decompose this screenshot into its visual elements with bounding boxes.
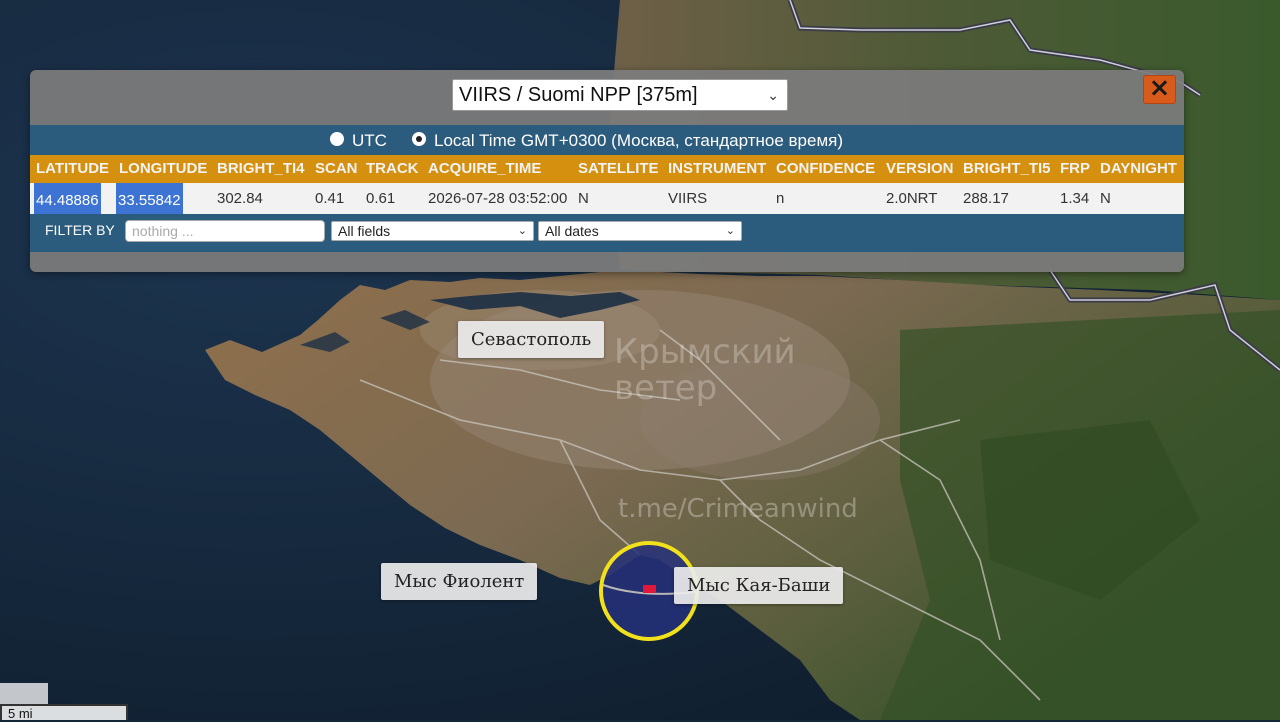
column-header: SATELLITE [578,160,659,177]
table-cell: 2026-07-28 03:52:00 [428,190,568,207]
fields-select[interactable]: All fields ⌄ [331,221,534,241]
filter-input[interactable]: nothing ... [125,220,325,242]
column-header: FRP [1060,160,1090,177]
table-cell: 1.34 [1060,190,1090,207]
radio-local-icon[interactable] [412,131,426,146]
timezone-local-option[interactable]: Local Time GMT+0300 (Москва, стандартное… [412,125,843,157]
place-label-kaya-bashi: Мыс Кая-Баши [674,567,844,604]
watermark-line1: Крымский [614,332,796,372]
column-header: BRIGHT_TI5 [963,160,1051,177]
table-row[interactable]: 44.48886 33.55842 302.84 0.41 0.61 2026-… [30,183,1184,218]
timezone-local-label: Local Time GMT+0300 (Москва, стандартное… [434,131,844,150]
table-cell: VIIRS [668,190,708,207]
column-header: DAYNIGHT [1100,160,1177,177]
filter-input-placeholder: nothing ... [132,223,194,239]
timezone-utc-option[interactable]: UTC [330,125,387,157]
cell-latitude[interactable]: 44.48886 [34,183,101,218]
column-header: SCAN [315,160,358,177]
table-cell: n [776,190,785,207]
dates-select[interactable]: All dates ⌄ [538,221,742,241]
column-header: BRIGHT_TI4 [217,160,305,177]
map-scale: 5 mi [0,704,128,721]
chevron-down-icon: ⌄ [767,87,779,103]
table-cell: N [1100,190,1111,207]
column-header: LATITUDE [36,160,110,177]
table-cell: 0.41 [315,190,345,207]
place-label-fiolent: Мыс Фиолент [381,563,538,600]
table-header-row: LATITUDE LONGITUDE BRIGHT_TI4 SCAN TRACK… [30,155,1184,183]
table-cell: 288.17 [963,190,1009,207]
fields-select-value: All fields [338,223,391,239]
column-header: CONFIDENCE [776,160,876,177]
dates-select-value: All dates [545,223,599,239]
place-label-sevastopol: Севастополь [458,321,605,358]
fire-pixel[interactable] [643,585,656,593]
column-header: ACQUIRE_TIME [428,160,542,177]
sensor-select[interactable]: VIIRS / Suomi NPP [375m] ⌄ [452,79,788,111]
timezone-bar: UTC Local Time GMT+0300 (Москва, стандар… [30,125,1184,155]
watermark-link: t.me/Crimeanwind [618,494,858,524]
table-cell: 2.0NRT [886,190,938,207]
column-header: VERSION [886,160,954,177]
filter-bar: FILTER BY nothing ... All fields ⌄ All d… [30,214,1184,252]
column-header: TRACK [366,160,419,177]
sensor-select-value: VIIRS / Suomi NPP [375m] [459,84,698,106]
radio-utc-icon[interactable] [330,131,344,146]
filter-label: FILTER BY [45,222,115,238]
table-cell: 302.84 [217,190,263,207]
cell-longitude[interactable]: 33.55842 [116,183,183,218]
fire-info-panel: VIIRS / Suomi NPP [375m] ⌄ × UTC Local T… [30,70,1184,272]
column-header: INSTRUMENT [668,160,767,177]
table-cell: 0.61 [366,190,396,207]
watermark-line2: ветер [614,368,718,408]
column-header: LONGITUDE [119,160,208,177]
close-icon: × [1148,73,1171,103]
chevron-down-icon: ⌄ [725,225,735,237]
timezone-utc-label: UTC [352,131,387,150]
scale-box [0,683,48,705]
table-cell: N [578,190,589,207]
chevron-down-icon: ⌄ [517,225,527,237]
close-button[interactable]: × [1143,75,1176,104]
